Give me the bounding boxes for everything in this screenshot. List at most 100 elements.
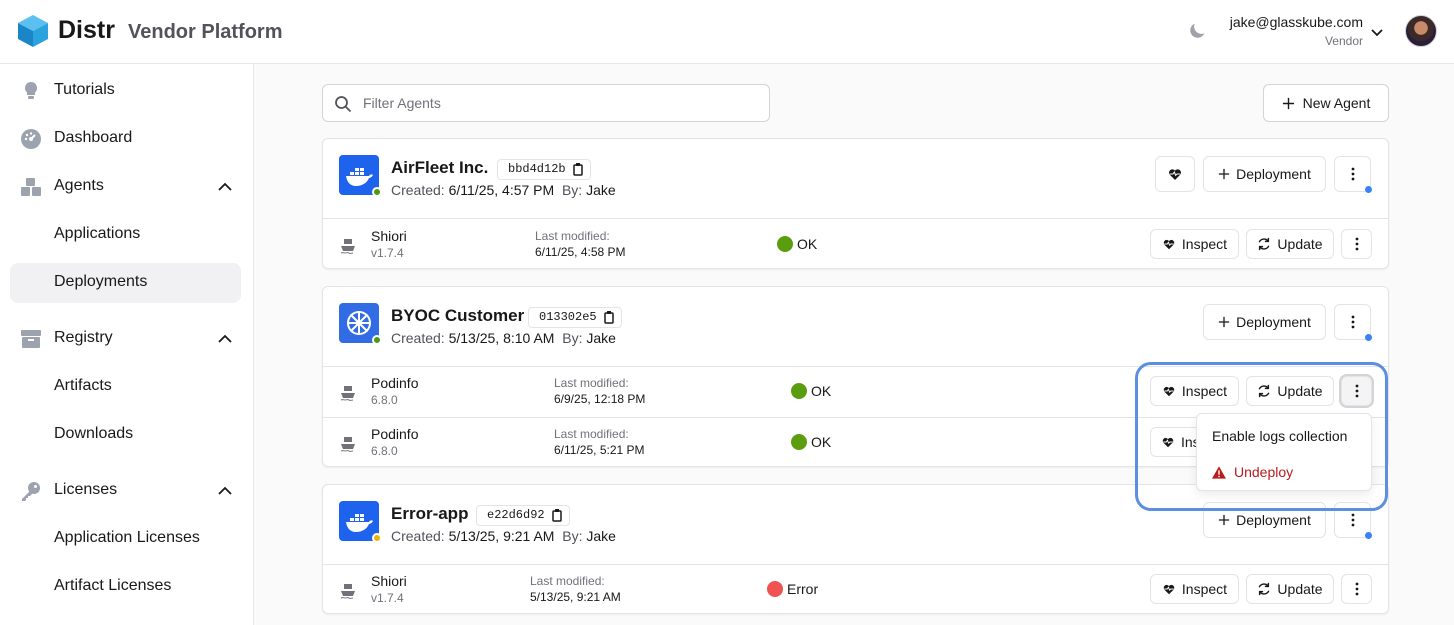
agent-header: AirFleet Inc. bbd4d12b Created: 6/11/25,… bbox=[323, 139, 1388, 219]
last-modified-label: Last modified: bbox=[554, 376, 629, 390]
new-agent-button[interactable]: New Agent bbox=[1263, 84, 1389, 122]
enable-logs-collection-menu-item[interactable]: Enable logs collection bbox=[1212, 428, 1347, 444]
deployment-more-button[interactable] bbox=[1341, 574, 1372, 604]
add-deployment-button[interactable]: Deployment bbox=[1203, 502, 1326, 538]
agent-created: Created: 5/13/25, 9:21 AM By: Jake bbox=[391, 528, 616, 544]
moon-icon[interactable] bbox=[1186, 20, 1208, 42]
lightbulb-icon bbox=[24, 81, 38, 99]
more-vertical-icon bbox=[1351, 513, 1354, 527]
created-by: Jake bbox=[586, 330, 616, 346]
brand-subtitle: Vendor Platform bbox=[128, 21, 283, 43]
brand-name[interactable]: Distr bbox=[58, 16, 115, 45]
sidebar-item-label: Tutorials bbox=[54, 81, 115, 98]
plus-icon bbox=[1282, 97, 1294, 109]
deployment-actions-menu: Enable logs collection Undeploy bbox=[1196, 413, 1372, 491]
inspect-button[interactable]: Inspect bbox=[1150, 574, 1239, 604]
agent-status-dot bbox=[372, 187, 382, 197]
sidebar: Tutorials Dashboard Agents Applications … bbox=[0, 64, 254, 625]
sidebar-item-label: Registry bbox=[54, 329, 113, 346]
copy-icon[interactable] bbox=[551, 508, 563, 522]
add-deployment-button[interactable]: Deployment bbox=[1203, 156, 1326, 192]
chevron-up-icon[interactable] bbox=[217, 483, 233, 499]
sidebar-item-licenses[interactable]: Licenses bbox=[10, 471, 241, 511]
plus-icon bbox=[1218, 168, 1230, 180]
more-vertical-icon bbox=[1355, 384, 1358, 398]
deployment-more-button[interactable] bbox=[1341, 376, 1372, 406]
agent-status-dot bbox=[372, 335, 382, 345]
status-ok-dot bbox=[777, 236, 793, 252]
chevron-up-icon[interactable] bbox=[217, 179, 233, 195]
status-error-dot bbox=[767, 581, 783, 597]
filter-agents-field[interactable] bbox=[322, 84, 770, 122]
status-ok-dot bbox=[791, 383, 807, 399]
heart-pulse-icon bbox=[1163, 239, 1175, 250]
status-label: Error bbox=[787, 581, 819, 597]
update-label: Update bbox=[1277, 236, 1323, 252]
deployment-status: OK bbox=[777, 236, 817, 252]
sidebar-item-label: Applications bbox=[54, 225, 141, 242]
update-label: Update bbox=[1277, 581, 1323, 597]
sidebar-item-application-licenses[interactable]: Application Licenses bbox=[10, 519, 241, 559]
inspect-label: Inspect bbox=[1181, 581, 1228, 597]
agent-header: Error-app e22d6d92 Created: 5/13/25, 9:2… bbox=[323, 485, 1388, 565]
ship-icon bbox=[340, 584, 355, 599]
sidebar-item-agents[interactable]: Agents bbox=[10, 167, 241, 207]
filter-agents-input[interactable] bbox=[363, 93, 753, 113]
refresh-icon bbox=[1258, 384, 1270, 398]
sidebar-item-label: Agents bbox=[54, 177, 104, 194]
deployment-label: Deployment bbox=[1236, 314, 1311, 330]
chevron-down-icon[interactable] bbox=[1369, 24, 1385, 40]
more-vertical-icon bbox=[1355, 582, 1358, 596]
undeploy-label: Undeploy bbox=[1234, 464, 1294, 480]
sidebar-item-artifact-licenses[interactable]: Artifact Licenses bbox=[10, 567, 241, 607]
created-date: 5/13/25, 8:10 AM bbox=[448, 330, 555, 346]
avatar[interactable] bbox=[1405, 15, 1437, 47]
deployment-more-button[interactable] bbox=[1341, 229, 1372, 259]
deployment-status: OK bbox=[791, 434, 831, 450]
sidebar-item-label: Artifact Licenses bbox=[54, 577, 172, 594]
deployment-row: Shiori v1.7.4 Last modified: 6/11/25, 4:… bbox=[323, 219, 1388, 269]
copy-icon[interactable] bbox=[603, 310, 615, 324]
agent-name: AirFleet Inc. bbox=[391, 158, 489, 177]
last-modified-value: 6/11/25, 5:21 PM bbox=[554, 443, 645, 457]
last-modified-label: Last modified: bbox=[535, 229, 610, 243]
deployment-status: OK bbox=[791, 383, 831, 399]
agent-id-badge[interactable]: bbd4d12b bbox=[497, 159, 591, 180]
add-deployment-button[interactable]: Deployment bbox=[1203, 304, 1326, 340]
copy-icon[interactable] bbox=[572, 162, 584, 176]
agent-id-badge[interactable]: 013302e5 bbox=[528, 307, 622, 328]
plus-icon bbox=[1218, 514, 1230, 526]
created-date: 6/11/25, 4:57 PM bbox=[448, 182, 555, 198]
sidebar-item-downloads[interactable]: Downloads bbox=[10, 415, 241, 455]
inspect-button[interactable]: Inspect bbox=[1150, 376, 1239, 406]
update-button[interactable]: Update bbox=[1246, 574, 1334, 604]
sidebar-item-label: Licenses bbox=[54, 481, 118, 498]
heart-pulse-icon bbox=[1163, 584, 1175, 595]
inspect-label: Inspect bbox=[1181, 383, 1228, 399]
deployment-row: Shiori v1.7.4 Last modified: 5/13/25, 9:… bbox=[323, 564, 1388, 614]
undeploy-menu-item[interactable]: Undeploy bbox=[1212, 464, 1293, 480]
refresh-icon bbox=[1258, 237, 1270, 251]
new-agent-label: New Agent bbox=[1302, 95, 1371, 111]
chevron-up-icon[interactable] bbox=[217, 331, 233, 347]
deployment-version: v1.7.4 bbox=[371, 246, 404, 260]
sidebar-item-label: Dashboard bbox=[54, 129, 133, 146]
more-vertical-icon bbox=[1351, 167, 1354, 181]
sidebar-item-applications[interactable]: Applications bbox=[10, 215, 241, 255]
sidebar-item-tutorials[interactable]: Tutorials bbox=[10, 71, 241, 111]
update-button[interactable]: Update bbox=[1246, 229, 1334, 259]
sidebar-item-deployments[interactable]: Deployments bbox=[10, 263, 241, 303]
sidebar-item-label: Artifacts bbox=[54, 377, 112, 394]
sidebar-item-dashboard[interactable]: Dashboard bbox=[10, 119, 241, 159]
user-email[interactable]: jake@glasskube.com bbox=[1230, 14, 1363, 30]
created-by: Jake bbox=[586, 528, 616, 544]
inspect-button[interactable]: Inspect bbox=[1150, 229, 1239, 259]
sidebar-item-artifacts[interactable]: Artifacts bbox=[10, 367, 241, 407]
update-label: Update bbox=[1277, 383, 1323, 399]
update-button[interactable]: Update bbox=[1246, 376, 1334, 406]
agent-id-badge[interactable]: e22d6d92 bbox=[476, 505, 570, 526]
agent-status-button[interactable] bbox=[1155, 156, 1195, 192]
registry-box-icon bbox=[21, 330, 41, 348]
sidebar-item-registry[interactable]: Registry bbox=[10, 319, 241, 359]
last-modified-label: Last modified: bbox=[554, 427, 629, 441]
